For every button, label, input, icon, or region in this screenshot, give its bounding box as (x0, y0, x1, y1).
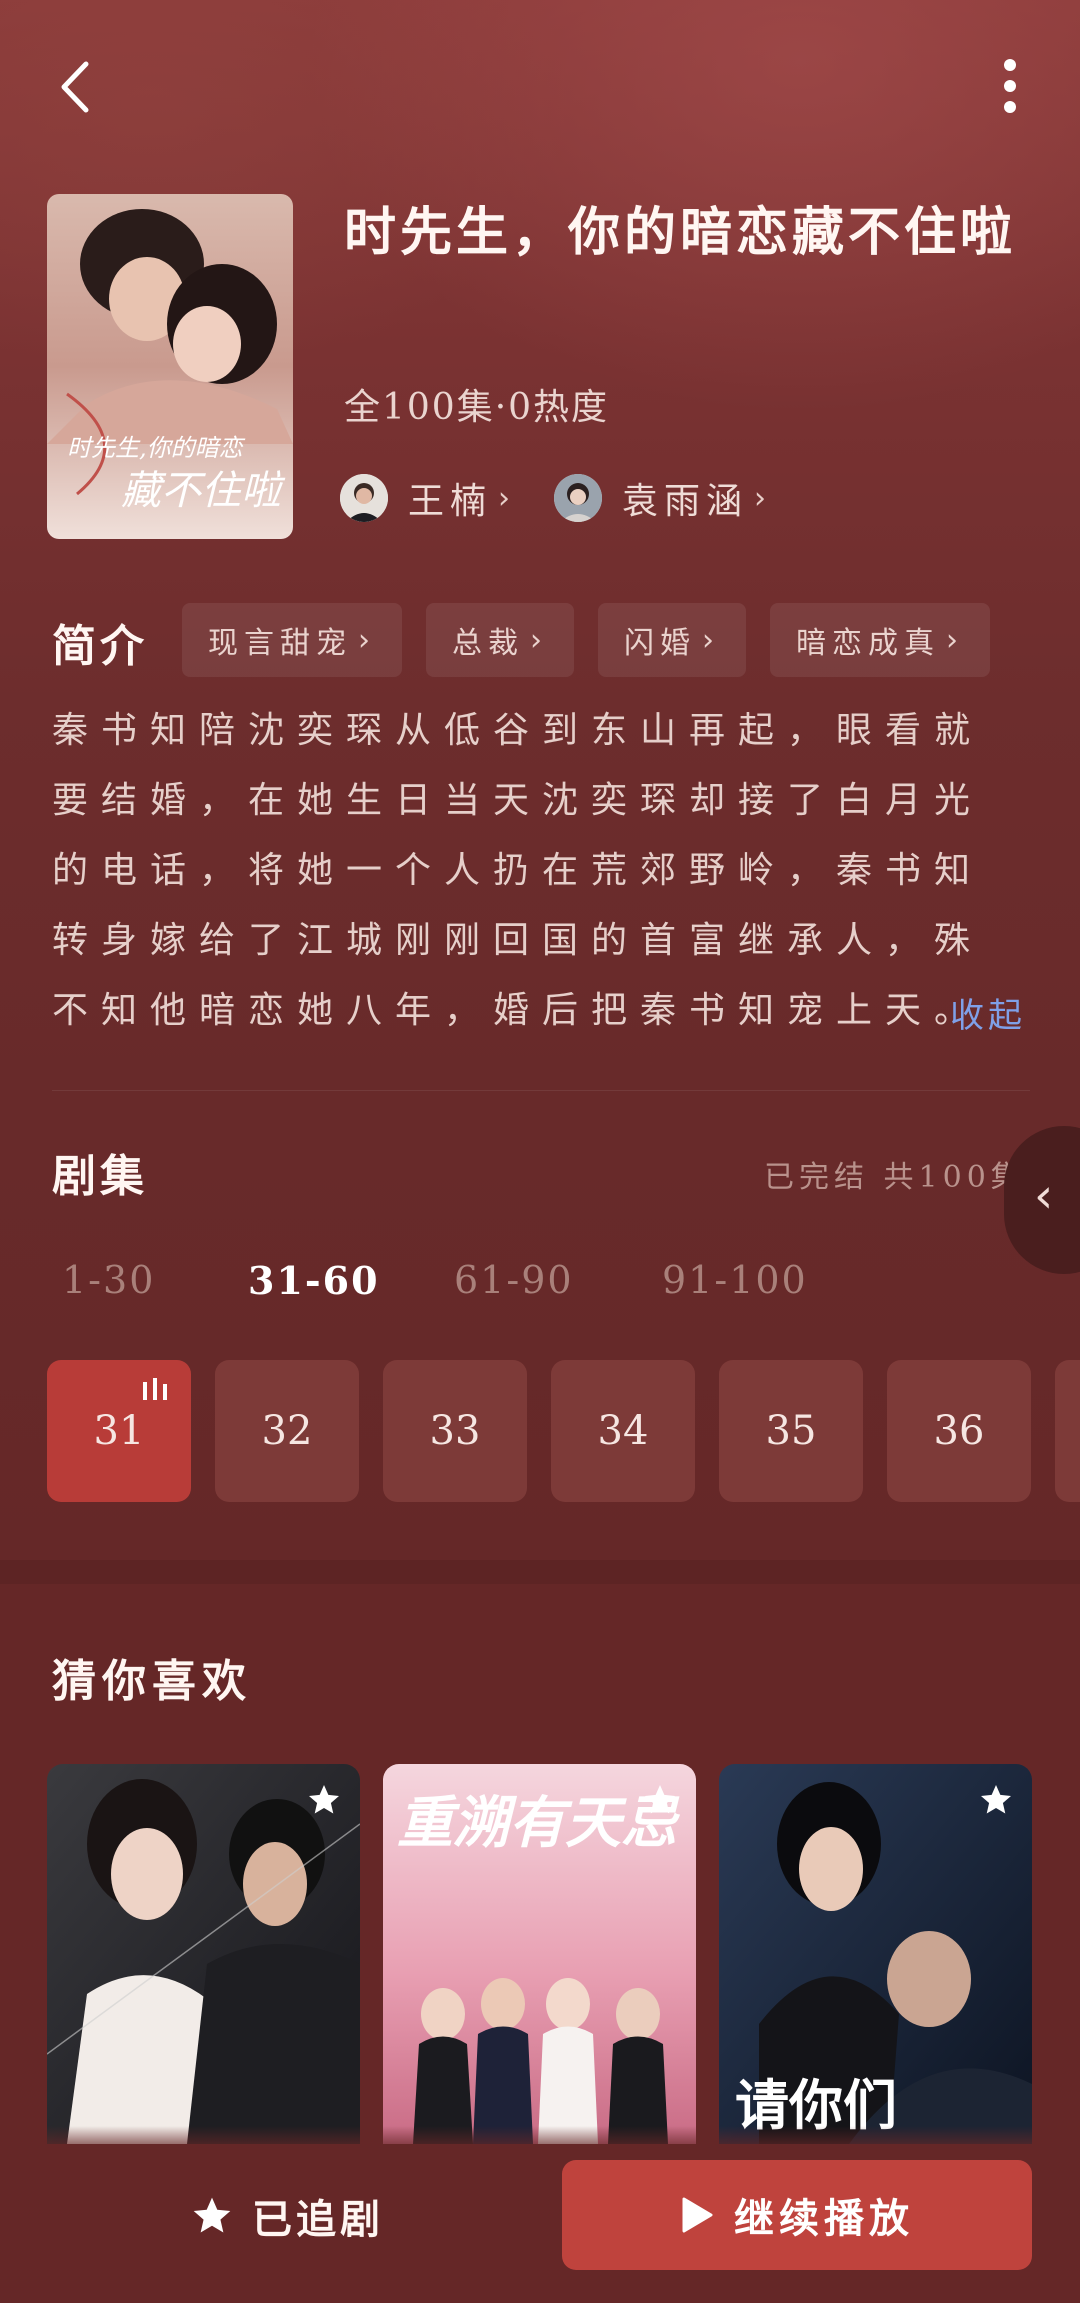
tag-chip[interactable]: 暗恋成真 › (770, 603, 990, 677)
episode-number: 36 (933, 1408, 985, 1454)
cast-list: 王楠 › 袁雨涵 › (340, 470, 810, 526)
collapse-link[interactable]: 收起 (950, 988, 1026, 1037)
episodes-heading: 剧集 (52, 1151, 148, 1202)
tag-label: 闪婚 (624, 626, 696, 661)
continue-play-button[interactable]: 继续播放 (562, 2160, 1032, 2270)
avatar (340, 474, 388, 522)
intro-heading: 简介 (52, 621, 148, 672)
divider (52, 1090, 1030, 1091)
chevron-right-icon: › (530, 622, 548, 658)
section-separator (0, 1560, 1080, 1584)
episode-button[interactable]: 33 (383, 1360, 527, 1502)
tag-chip[interactable]: 现言甜宠 › (182, 603, 402, 677)
episode-number: 32 (261, 1408, 313, 1454)
recommend-card-title-art: 重溯有天忌 (397, 1790, 681, 1856)
chevron-right-icon: › (754, 480, 767, 516)
follow-button[interactable]: 已追剧 (190, 2186, 384, 2246)
star-icon[interactable] (978, 1782, 1014, 1818)
tag-label: 总裁 (452, 626, 524, 661)
follow-label: 已追剧 (252, 2196, 384, 2243)
tag-chip[interactable]: 总裁 › (426, 603, 574, 677)
range-tab-active[interactable]: 31-60 (248, 1258, 380, 1303)
continue-play-label: 继续播放 (734, 2195, 914, 2242)
poster-title-line2: 藏不住啦 (121, 468, 286, 514)
top-bar (0, 30, 1080, 140)
back-button[interactable] (48, 52, 108, 122)
range-tab[interactable]: 61-90 (454, 1258, 574, 1302)
tag-chip[interactable]: 闪婚 › (598, 603, 746, 677)
star-icon[interactable] (642, 1782, 678, 1818)
chevron-left-icon: ‹ (1034, 1168, 1054, 1224)
synopsis-text: 秦书知陪沈奕琛从低谷到东山再起，眼看就要结婚，在她生日当天沈奕琛却接了白月光的电… (52, 710, 984, 1031)
episode-number: 31 (93, 1408, 145, 1454)
drama-poster: 时先生,你的暗恋 藏不住啦 (47, 194, 293, 539)
episode-button[interactable]: 35 (719, 1360, 863, 1502)
chevron-right-icon: › (946, 622, 964, 658)
episode-button[interactable]: 36 (887, 1360, 1031, 1502)
episode-grid: 31 32 33 34 35 36 (47, 1360, 1080, 1502)
recommend-card[interactable]: 请你们 (719, 1764, 1032, 2144)
tag-list: 现言甜宠 › 总裁 › 闪婚 › 暗恋成真 › (182, 603, 1014, 677)
drama-meta: 全100集·0热度 (344, 387, 610, 428)
episode-number: 35 (765, 1408, 817, 1454)
tag-label: 现言甜宠 (208, 626, 352, 661)
chevron-right-icon: › (358, 622, 376, 658)
recommend-card[interactable]: 重溯有天忌 (383, 1764, 696, 2144)
chevron-right-icon: › (498, 480, 511, 516)
episode-number: 33 (429, 1408, 481, 1454)
episode-button[interactable]: 32 (215, 1360, 359, 1502)
episode-button[interactable]: 34 (551, 1360, 695, 1502)
range-tab[interactable]: 91-100 (662, 1258, 808, 1302)
star-icon (193, 2197, 231, 2233)
recommend-card[interactable] (47, 1764, 360, 2144)
play-icon (682, 2197, 713, 2233)
chevron-right-icon: › (702, 622, 720, 658)
chevron-left-icon (61, 61, 89, 113)
episodes-status: 已完结 共100集 (764, 1160, 1026, 1195)
tag-label: 暗恋成真 (796, 626, 940, 661)
episode-number: 34 (597, 1408, 649, 1454)
more-button[interactable] (990, 52, 1030, 122)
range-tab[interactable]: 1-30 (62, 1258, 155, 1302)
cast-item[interactable]: 袁雨涵 › (554, 472, 766, 524)
cast-name: 王楠 (408, 481, 493, 522)
star-icon[interactable] (306, 1782, 342, 1818)
poster-title-line1: 时先生,你的暗恋 (67, 434, 246, 462)
cast-name: 袁雨涵 (622, 481, 749, 522)
episode-button-playing[interactable]: 31 (47, 1360, 191, 1502)
playing-bars-icon (143, 1378, 167, 1400)
more-vertical-icon (1004, 59, 1016, 113)
cast-item[interactable]: 王楠 › (340, 472, 510, 524)
avatar (554, 474, 603, 522)
episode-button-partial[interactable] (1055, 1360, 1080, 1502)
drama-title: 时先生，你的暗恋藏不住啦 (344, 202, 1017, 263)
recommend-heading: 猜你喜欢 (52, 1656, 252, 1707)
